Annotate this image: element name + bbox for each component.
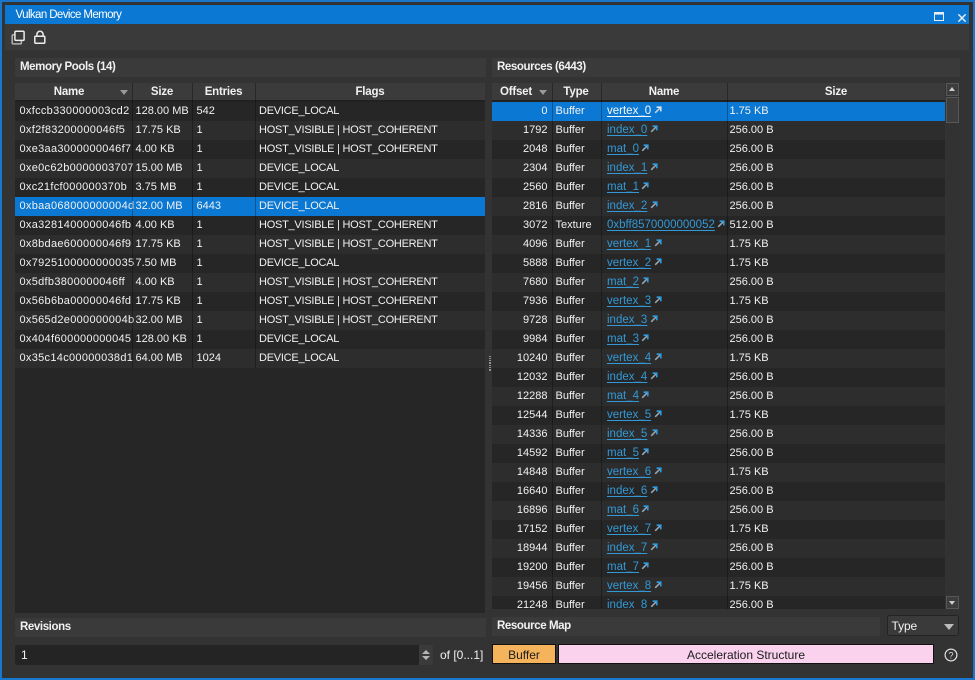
svg-text:?: ? bbox=[948, 650, 953, 660]
